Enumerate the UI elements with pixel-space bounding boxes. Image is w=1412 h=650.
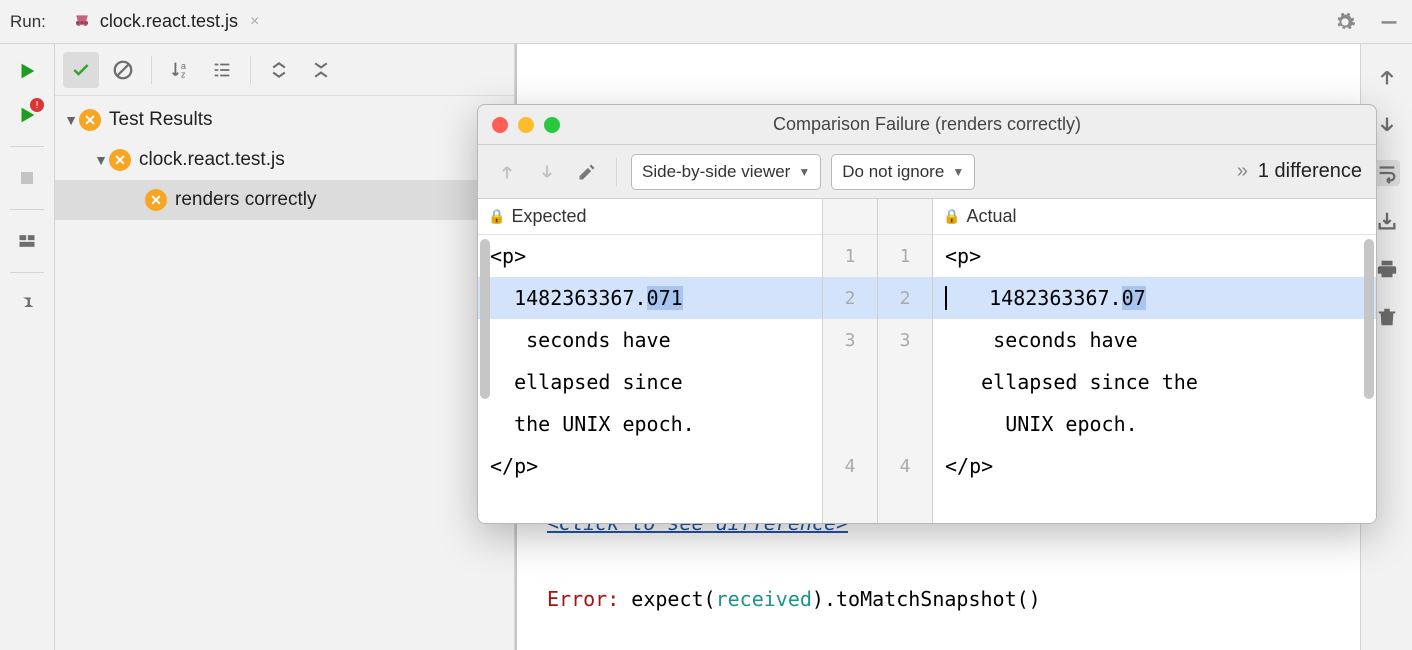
print-icon[interactable] (1374, 256, 1400, 282)
expected-header: 🔒Expected (478, 199, 822, 235)
expected-code[interactable]: <p> 1482363367.071 seconds have ellapsed… (478, 235, 822, 523)
window-close-icon[interactable] (492, 117, 508, 133)
actual-header: 🔒Actual (933, 199, 1376, 235)
edit-icon[interactable] (572, 157, 602, 187)
diff-count: » 1 difference (1237, 160, 1362, 183)
lock-icon: 🔒 (488, 208, 505, 225)
prev-diff-icon[interactable] (492, 157, 522, 187)
run-tab-label: clock.react.test.js (100, 11, 238, 32)
error-line: Error: expect(received).toMatchSnapshot(… (547, 580, 1340, 618)
scrollbar[interactable] (480, 239, 490, 399)
viewer-mode-select[interactable]: Side-by-side viewer▼ (631, 154, 821, 190)
suites-icon[interactable] (204, 52, 240, 88)
next-diff-icon[interactable] (532, 157, 562, 187)
run-label: Run: (10, 12, 46, 32)
soft-wrap-icon[interactable] (1374, 160, 1400, 186)
svg-text:z: z (181, 69, 186, 79)
lock-icon: 🔒 (943, 208, 960, 225)
test-tree: ▼ ✕ Test Results ▼ ✕ clock.react.test.js… (55, 96, 514, 220)
tree-test-label: renders correctly (175, 189, 317, 211)
show-ignored-icon[interactable] (105, 52, 141, 88)
chevron-down-icon: ▼ (93, 152, 109, 168)
rerun-failed-icon[interactable]: ! (14, 102, 40, 128)
export-icon[interactable] (1374, 208, 1400, 234)
dialog-titlebar[interactable]: Comparison Failure (renders correctly) (478, 105, 1376, 145)
tree-test[interactable]: ✕ renders correctly (55, 180, 514, 220)
dialog-toolbar: Side-by-side viewer▼ Do not ignore▼ » 1 … (478, 145, 1376, 199)
tree-file-label: clock.react.test.js (139, 149, 285, 171)
tree-root-label: Test Results (109, 109, 212, 131)
jest-icon (72, 12, 92, 32)
window-min-icon[interactable] (518, 117, 534, 133)
minimize-icon[interactable] (1376, 9, 1402, 35)
stop-icon[interactable] (14, 165, 40, 191)
comparison-dialog: Comparison Failure (renders correctly) S… (477, 104, 1377, 524)
layout-icon[interactable] (14, 228, 40, 254)
fail-badge-icon: ✕ (79, 109, 101, 131)
test-tree-pane: az ▼ ✕ Test Results ▼ ✕ clock.react.test… (55, 44, 515, 650)
down-arrow-icon[interactable] (1374, 112, 1400, 138)
run-header: Run: clock.react.test.js × (0, 0, 1412, 44)
window-max-icon[interactable] (544, 117, 560, 133)
settings-icon[interactable] (1332, 9, 1358, 35)
sort-icon[interactable]: az (162, 52, 198, 88)
actual-code[interactable]: <p> 1482363367.07 seconds have ellapsed … (933, 235, 1376, 523)
fail-badge-icon: ✕ (109, 149, 131, 171)
text-cursor (945, 286, 947, 310)
close-tab-icon[interactable]: × (250, 13, 259, 31)
chevron-down-icon: ▼ (798, 165, 810, 179)
run-tab[interactable]: clock.react.test.js × (62, 7, 269, 36)
chevron-down-icon: ▼ (63, 112, 79, 128)
gutter-right: 1 2 3 4 (878, 235, 932, 523)
expand-icon[interactable] (261, 52, 297, 88)
trash-icon[interactable] (1374, 304, 1400, 330)
run-left-gutter: ! (0, 44, 55, 650)
dialog-title: Comparison Failure (renders correctly) (478, 114, 1376, 135)
up-arrow-icon[interactable] (1374, 64, 1400, 90)
fail-badge-icon: ✕ (145, 189, 167, 211)
tree-file[interactable]: ▼ ✕ clock.react.test.js (55, 140, 514, 180)
collapse-icon[interactable] (303, 52, 339, 88)
show-passed-icon[interactable] (63, 52, 99, 88)
run-icon[interactable] (14, 58, 40, 84)
scrollbar[interactable] (1364, 239, 1374, 399)
pin-icon[interactable] (14, 291, 40, 317)
chevron-down-icon: ▼ (952, 165, 964, 179)
more-icon[interactable]: » (1237, 160, 1248, 183)
gutter-left: 1 2 3 4 (823, 235, 877, 523)
test-toolbar: az (55, 44, 514, 96)
ignore-mode-select[interactable]: Do not ignore▼ (831, 154, 975, 190)
tree-root[interactable]: ▼ ✕ Test Results (55, 100, 514, 140)
